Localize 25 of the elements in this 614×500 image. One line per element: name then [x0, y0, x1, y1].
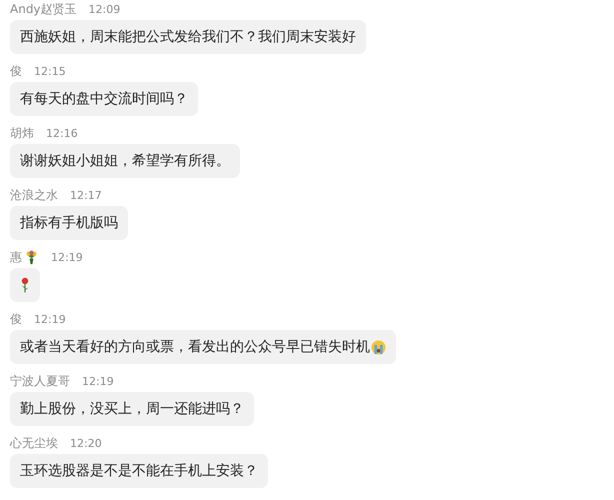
message-time: 12:17 — [70, 188, 102, 202]
sender-name: 宁波人夏哥 — [10, 372, 70, 390]
sender-name: 胡炜 — [10, 124, 34, 142]
message-text: 或者当天看好的方向或票，看发出的公众号早已错失时机 — [20, 338, 370, 356]
message-time: 12:09 — [88, 2, 120, 16]
sender-name: 俊 — [10, 62, 22, 80]
sender-name: 心无尘埃 — [10, 434, 58, 452]
sender-name: 惠 — [10, 248, 22, 266]
sender-name: Andy赵贤玉 — [10, 0, 77, 18]
sender-name: 沧浪之水 — [10, 186, 58, 204]
crying-face-icon — [371, 340, 386, 354]
message-text: 玉环选股器是不是不能在手机上安装？ — [20, 462, 258, 480]
message-time: 12:20 — [70, 436, 102, 450]
message-time: 12:19 — [51, 250, 83, 264]
message-time: 12:16 — [46, 126, 78, 140]
sender-name: 俊 — [10, 310, 22, 328]
message-text: 指标有手机版吗 — [20, 214, 118, 232]
message-text: 有每天的盘中交流时间吗？ — [20, 90, 188, 108]
message-text: 西施妖姐，周末能把公式发给我们不？我们周末安装好 — [20, 28, 356, 46]
message-time: 12:15 — [34, 64, 66, 78]
message-time: 12:19 — [82, 374, 114, 388]
rose-icon — [20, 277, 30, 293]
message-text: 勤上股份，没买上，周一还能进吗？ — [20, 400, 244, 418]
message-text: 谢谢妖姐小姐姐，希望学有所得。 — [20, 152, 230, 170]
message-time: 12:19 — [34, 312, 66, 326]
